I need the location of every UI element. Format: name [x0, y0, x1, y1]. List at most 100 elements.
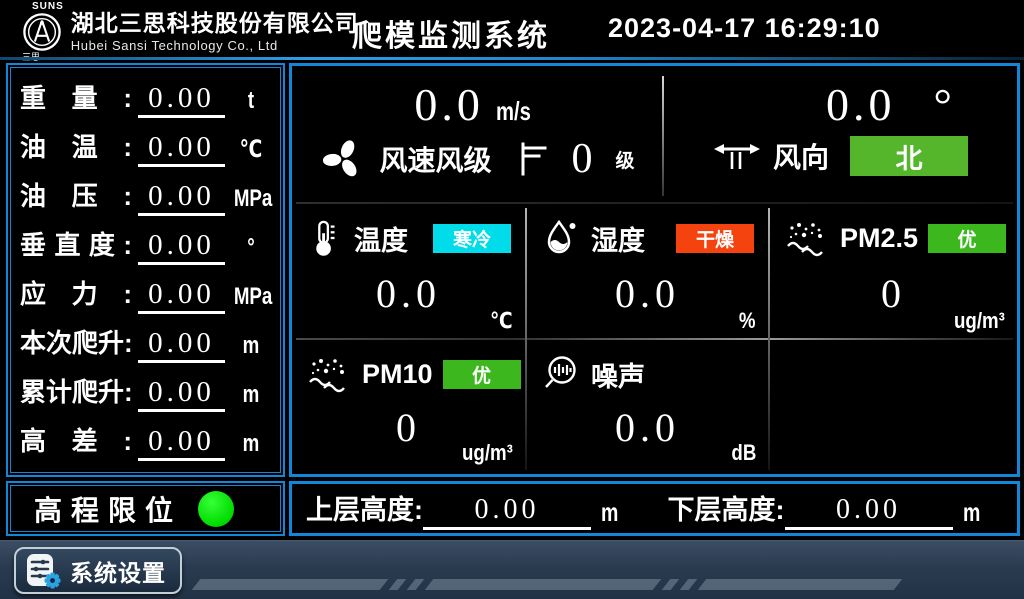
humidity-status-badge: 干燥	[676, 224, 754, 253]
screen: SUNS 三思 湖北三思科技股份有限公司 Hubei Sansi Technol…	[0, 0, 1024, 599]
wind-direction-badge: 北	[850, 136, 968, 176]
humidity-value: 0.0	[527, 258, 768, 338]
header-divider	[0, 57, 1024, 60]
humidity-unit: %	[739, 308, 756, 334]
upper-level-value: 0.00	[423, 494, 591, 530]
brand-block: SUNS 三思 湖北三思科技股份有限公司 Hubei Sansi Technol…	[20, 2, 359, 62]
temperature-unit: ℃	[490, 308, 513, 334]
wind-section-divider	[662, 76, 664, 196]
metric-row-oil-temp: 油温: 0.00 ℃	[20, 127, 273, 167]
lower-level-value: 0.00	[785, 494, 953, 530]
wind-direction-degree-unit: °	[934, 82, 952, 128]
metric-unit: t	[234, 87, 268, 118]
lower-level-group: 下层高度: 0.00 m	[642, 488, 1004, 530]
pm25-cell: PM2.5 优 0 ug/m³	[770, 204, 1017, 338]
metric-value: 0.00	[138, 181, 225, 215]
metric-value: 0.00	[138, 83, 225, 117]
metric-row-total-climb: 累计爬升: 0.00 m	[20, 372, 273, 412]
elevation-limit-status-indicator	[198, 491, 234, 527]
wind-direction-section: 0.0 ° 风向 北	[665, 66, 1017, 204]
metric-unit: °	[234, 234, 268, 265]
sansi-logo-icon	[22, 12, 62, 52]
wind-speed-unit: m/s	[496, 96, 531, 127]
metric-unit: m	[234, 430, 268, 461]
metric-value: 0.00	[138, 279, 225, 313]
wind-scale-value: 0	[572, 138, 593, 180]
elevation-limit-box: 高程限位	[6, 481, 285, 536]
metric-unit: MPa	[234, 185, 268, 216]
particles-icon	[306, 355, 352, 393]
header: SUNS 三思 湖北三思科技股份有限公司 Hubei Sansi Technol…	[0, 0, 1024, 57]
wind-scale-label: 风速风级	[379, 139, 491, 179]
company-name-en: Hubei Sansi Technology Co., Ltd	[71, 38, 359, 53]
wind-direction-label: 风向	[773, 136, 829, 176]
metric-label: 应力:	[20, 274, 132, 314]
metric-row-verticality: 垂直度: 0.00 °	[20, 225, 273, 265]
logo-suns-label: SUNS	[32, 2, 64, 12]
lower-level-label: 下层高度:	[668, 488, 785, 530]
fan-icon	[320, 136, 366, 182]
metric-row-current-climb: 本次爬升: 0.00 m	[20, 323, 273, 363]
metric-value: 0.00	[138, 426, 225, 460]
metric-value: 0.00	[138, 230, 225, 264]
particles-icon	[784, 219, 830, 257]
metric-value: 0.00	[138, 328, 225, 362]
metric-unit: ℃	[234, 135, 268, 167]
noise-cell: 噪声 0.0 dB	[527, 340, 768, 470]
pm25-unit: ug/m³	[954, 308, 1005, 334]
metric-unit: m	[234, 332, 268, 363]
metric-unit: MPa	[234, 283, 268, 314]
pm10-unit: ug/m³	[462, 440, 513, 466]
droplet-icon	[541, 218, 581, 258]
metric-label: 本次爬升:	[20, 323, 132, 363]
humidity-label: 湿度	[591, 219, 645, 258]
upper-level-label: 上层高度:	[306, 488, 423, 530]
temperature-status-badge: 寒冷	[433, 224, 511, 253]
metric-row-oil-pressure: 油压: 0.00 MPa	[20, 176, 273, 216]
pm10-cell: PM10 优 0 ug/m³	[292, 340, 525, 470]
metrics-panel: 重量: 0.00 t 油温: 0.00 ℃ 油压: 0.00 MPa 垂直度: …	[6, 63, 285, 477]
wind-speed-section: 0.0 m/s 风速风级 0 级	[292, 66, 663, 204]
company-logo: SUNS 三思	[20, 2, 64, 62]
metric-label: 重量:	[20, 78, 132, 118]
anemometer-icon	[714, 137, 760, 175]
page-title: 爬模监测系统	[352, 11, 550, 55]
lower-level-unit: m	[963, 497, 980, 530]
wind-flag-icon	[519, 141, 549, 177]
upper-level-unit: m	[601, 497, 618, 530]
metric-label: 高差:	[20, 421, 132, 461]
humidity-cell: 湿度 干燥 0.0 %	[527, 204, 768, 338]
company-name-cn: 湖北三思科技股份有限公司	[71, 11, 359, 36]
pm25-status-badge: 优	[928, 224, 1006, 253]
elevation-limit-label: 高程限位	[34, 489, 182, 529]
metric-label: 累计爬升:	[20, 372, 132, 412]
noise-icon	[541, 354, 581, 394]
thermometer-icon	[306, 218, 344, 258]
pm10-status-badge: 优	[443, 360, 521, 389]
metric-value: 0.00	[138, 377, 225, 411]
noise-unit: dB	[731, 440, 756, 466]
metric-label: 油温:	[20, 127, 132, 167]
wind-direction-value: 0.0	[826, 82, 896, 128]
company-name: 湖北三思科技股份有限公司 Hubei Sansi Technology Co.,…	[71, 11, 359, 53]
noise-label: 噪声	[591, 355, 645, 394]
levels-box: 上层高度: 0.00 m 下层高度: 0.00 m	[289, 481, 1020, 536]
settings-icon	[24, 552, 62, 590]
metric-label: 油压:	[20, 176, 132, 216]
metric-row-weight: 重量: 0.00 t	[20, 78, 273, 118]
settings-button-label: 系统设置	[70, 554, 166, 588]
pm25-label: PM2.5	[840, 223, 918, 254]
temperature-cell: 温度 寒冷 0.0 ℃	[292, 204, 525, 338]
metric-unit: m	[234, 381, 268, 412]
environment-panel: 0.0 m/s 风速风级 0 级	[289, 63, 1020, 477]
metric-row-stress: 应力: 0.00 MPa	[20, 274, 273, 314]
upper-level-group: 上层高度: 0.00 m	[306, 488, 642, 530]
metric-label: 垂直度:	[20, 225, 132, 265]
datetime: 2023-04-17 16:29:10	[608, 13, 881, 44]
temperature-label: 温度	[354, 219, 408, 258]
metric-row-height-difference: 高差: 0.00 m	[20, 421, 273, 461]
settings-button[interactable]: 系统设置	[14, 547, 182, 594]
wind-speed-value: 0.0	[414, 82, 484, 128]
wind-scale-unit: 级	[616, 146, 635, 173]
pm10-label: PM10	[362, 359, 433, 390]
